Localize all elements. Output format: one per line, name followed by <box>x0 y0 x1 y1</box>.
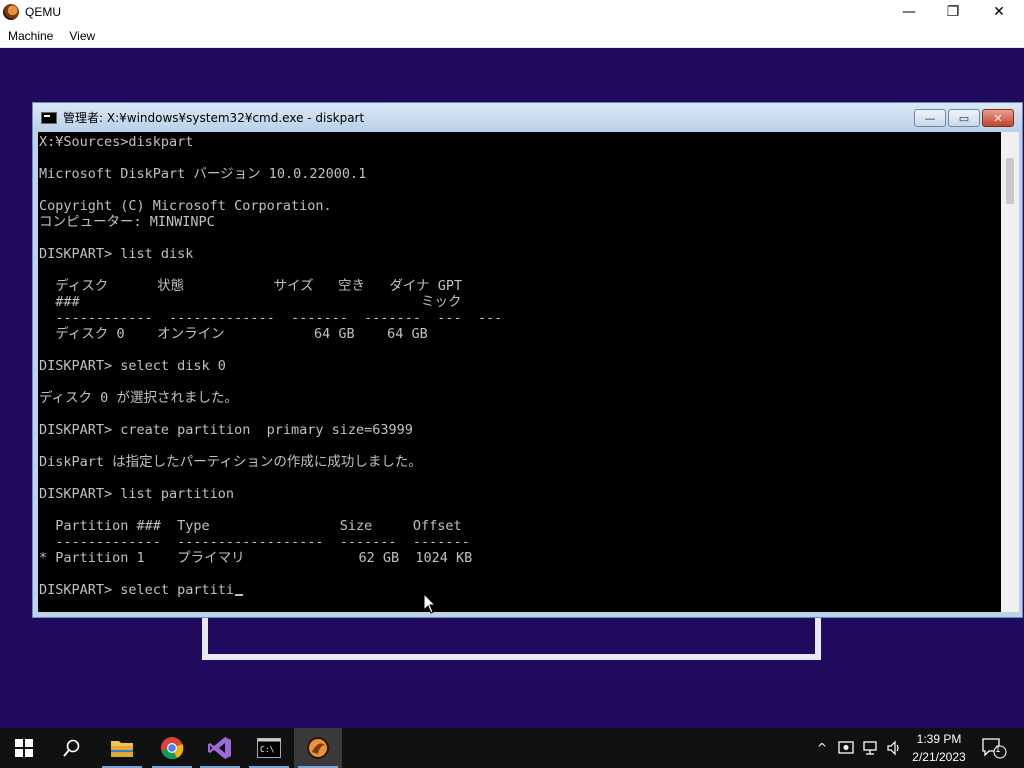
console-line: ------------- ------------------ -------… <box>39 534 470 550</box>
chevron-up-icon: ^ <box>816 741 828 755</box>
console-line: Microsoft DiskPart バージョン 10.0.22000.1 <box>39 166 367 182</box>
console-line: DISKPART> list partition <box>39 486 235 502</box>
console-line: ディスク 0 オンライン 64 GB 64 GB <box>39 326 428 342</box>
console-output[interactable]: X:¥Sources>diskpart Microsoft DiskPart バー… <box>38 132 1001 612</box>
close-icon: ✕ <box>993 4 1005 20</box>
menu-view[interactable]: View <box>61 29 103 43</box>
tray-volume[interactable] <box>884 728 904 768</box>
taskbar-qemu[interactable] <box>294 728 342 768</box>
console-line: ### ミック <box>39 294 462 310</box>
clock-date: 2/21/2023 <box>912 750 966 764</box>
qemu-titlebar: QEMU — ❐ ✕ <box>0 0 1024 24</box>
console-line: DISKPART> list disk <box>39 246 194 262</box>
taskbar-visual-studio[interactable] <box>196 728 244 768</box>
console-line: Partition ### Type Size Offset <box>39 518 462 534</box>
search-icon <box>63 739 80 757</box>
minimize-icon: — <box>924 111 936 125</box>
console-line: ディスク 0 が選択されました。 <box>39 390 238 406</box>
cmd-maximize-button[interactable]: ▭ <box>948 109 980 127</box>
cmd-close-button[interactable]: ✕ <box>982 109 1014 127</box>
console-line: コンピューター: MINWINPC <box>39 214 215 230</box>
taskbar-file-explorer[interactable] <box>98 728 146 768</box>
svg-text:C:\: C:\ <box>260 745 275 754</box>
network-icon <box>863 741 877 755</box>
notification-count: 1 <box>995 745 1001 755</box>
console-line: * Partition 1 プライマリ 62 GB 1024 KB <box>39 550 473 566</box>
console-line: ------------ ------------- ------- -----… <box>39 310 503 326</box>
minimize-icon: — <box>902 4 916 20</box>
console-line: DISKPART> create partition primary size=… <box>39 422 413 438</box>
taskbar-terminal[interactable]: C:\ <box>245 728 293 768</box>
minimize-button[interactable]: — <box>886 0 932 24</box>
background-window-frame <box>202 618 821 660</box>
tray-security[interactable] <box>836 728 856 768</box>
taskbar: C:\ ^ 1:39 PM 2/21/2023 1 <box>0 728 1024 768</box>
close-icon: ✕ <box>993 111 1003 125</box>
menu-bar: Machine View <box>0 24 1024 48</box>
console-line: DiskPart は指定したパーティションの作成に成功しました。 <box>39 454 422 470</box>
chrome-icon <box>161 737 184 760</box>
notification-center-button[interactable]: 1 <box>980 728 1008 768</box>
console-line: ディスク 状態 サイズ 空き ダイナ GPT <box>39 278 463 294</box>
taskbar-clock[interactable]: 1:39 PM 2/21/2023 <box>903 730 975 766</box>
start-button[interactable] <box>0 728 48 768</box>
text-cursor <box>235 594 244 596</box>
start-icon <box>15 739 33 757</box>
clock-time: 1:39 PM <box>916 732 962 746</box>
console-line: Copyright (C) Microsoft Corporation. <box>39 198 332 214</box>
console-line: DISKPART> select disk 0 <box>39 358 226 374</box>
console-scrollbar[interactable] <box>1001 132 1019 612</box>
file-explorer-icon <box>111 741 133 757</box>
cmd-titlebar[interactable]: 管理者: X:¥windows¥system32¥cmd.exe - diskp… <box>33 103 1022 132</box>
search-button[interactable] <box>48 728 96 768</box>
terminal-icon: C:\ <box>257 738 281 758</box>
scrollbar-thumb[interactable] <box>1006 158 1014 204</box>
close-button[interactable]: ✕ <box>976 0 1022 24</box>
taskbar-chrome[interactable] <box>148 728 196 768</box>
console-line: X:¥Sources>diskpart <box>39 134 194 150</box>
tray-chevron-button[interactable]: ^ <box>812 728 832 768</box>
restore-icon: ❐ <box>946 4 960 20</box>
notification-icon <box>982 738 1007 759</box>
guest-display[interactable]: 管理者: X:¥windows¥system32¥cmd.exe - diskp… <box>0 48 1024 728</box>
qemu-logo-icon <box>3 4 19 20</box>
menu-machine[interactable]: Machine <box>0 29 61 43</box>
console-icon <box>41 111 57 124</box>
window-title: QEMU <box>25 5 61 19</box>
restore-button[interactable]: ❐ <box>930 0 976 24</box>
tray-network[interactable] <box>860 728 880 768</box>
cmd-title: 管理者: X:¥windows¥system32¥cmd.exe - diskp… <box>63 111 365 125</box>
console-lines: X:¥Sources>diskpart Microsoft DiskPart バー… <box>39 134 502 598</box>
cmd-minimize-button[interactable]: — <box>914 109 946 127</box>
maximize-icon: ▭ <box>958 111 970 125</box>
visual-studio-icon <box>208 737 231 759</box>
volume-icon <box>887 740 899 756</box>
security-icon <box>838 741 854 754</box>
qemu-icon <box>307 737 329 759</box>
cmd-window[interactable]: 管理者: X:¥windows¥system32¥cmd.exe - diskp… <box>32 102 1023 618</box>
